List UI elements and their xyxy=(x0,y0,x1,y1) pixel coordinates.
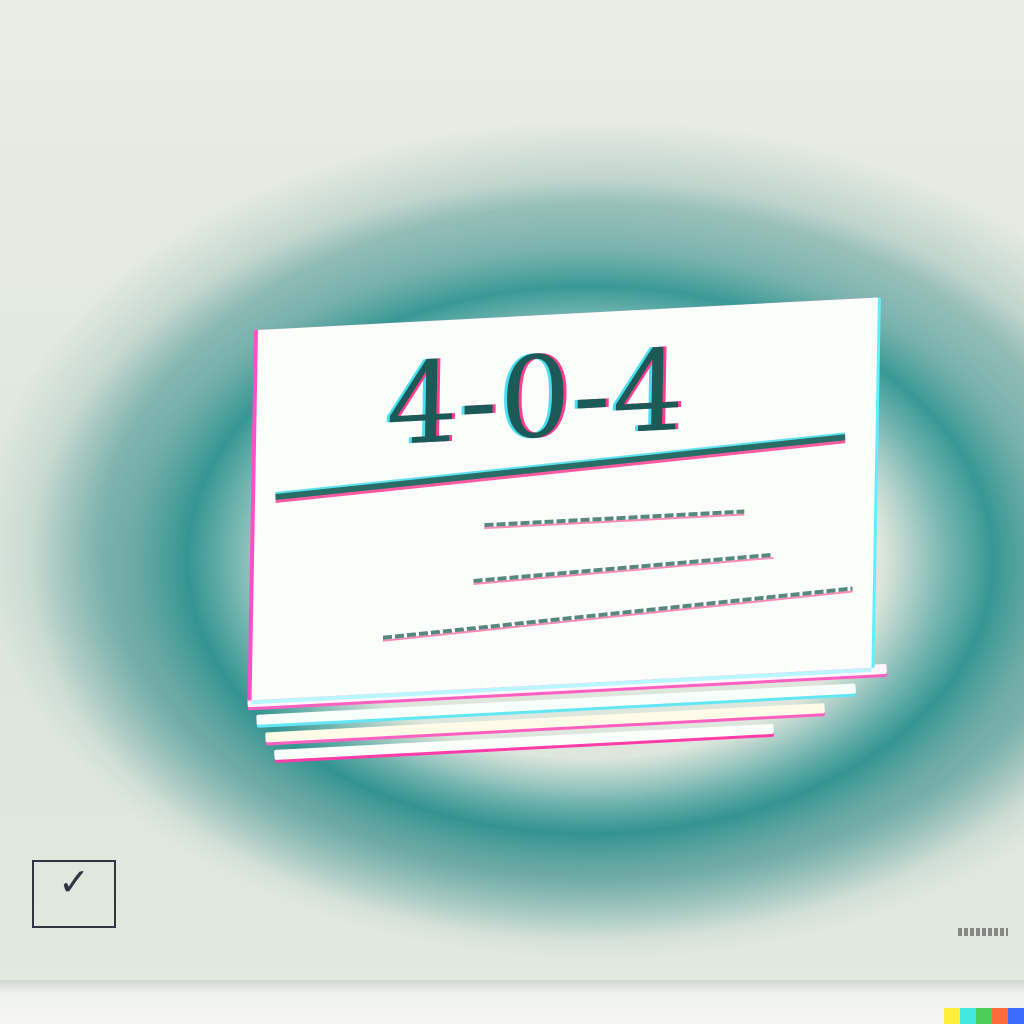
illegible-text-line xyxy=(484,509,745,528)
swatch-green xyxy=(976,1008,992,1024)
signature-mark xyxy=(958,928,1008,936)
swatch-blue xyxy=(1008,1008,1024,1024)
floor-strip xyxy=(0,980,1024,1024)
illegible-text-line xyxy=(473,552,774,583)
stamp-check-icon: ✓ xyxy=(58,860,90,904)
error-code-headline: 4-0-4 xyxy=(385,325,688,472)
color-swatch-strip xyxy=(944,1008,1024,1024)
illegible-text-line xyxy=(382,586,853,640)
swatch-cyan xyxy=(960,1008,976,1024)
swatch-orange xyxy=(992,1008,1008,1024)
swatch-yellow xyxy=(944,1008,960,1024)
artist-stamp: ✓ xyxy=(32,860,116,928)
photo-scene: 4-0-4 ✓ xyxy=(0,0,1024,1024)
error-card: 4-0-4 xyxy=(251,297,878,701)
